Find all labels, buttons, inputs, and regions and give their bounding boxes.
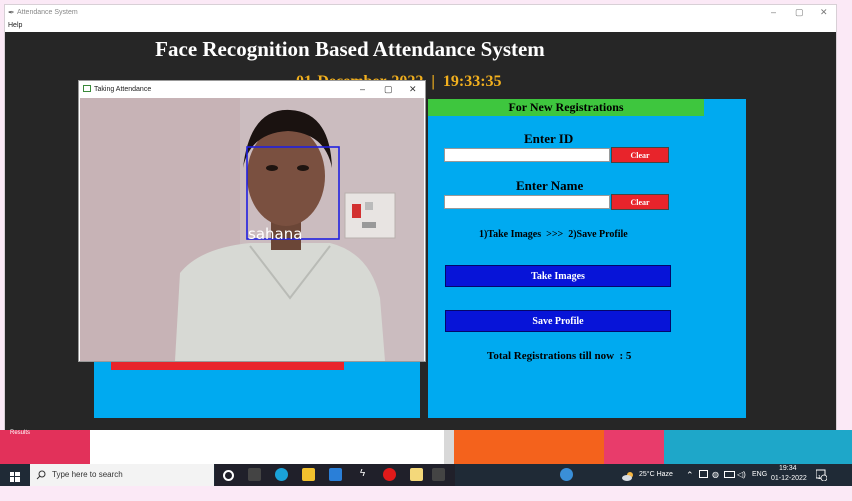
store-icon[interactable] xyxy=(329,468,342,481)
close-button[interactable]: ✕ xyxy=(820,7,828,18)
total-registrations: Total Registrations till now : 5 xyxy=(487,350,632,362)
network-icon[interactable]: ◍ xyxy=(712,470,719,479)
page-title: Face Recognition Based Attendance System xyxy=(155,37,545,61)
python-idle-icon[interactable] xyxy=(410,468,423,481)
clear-name-button[interactable]: Clear xyxy=(611,194,669,210)
popup-close-button[interactable]: ✕ xyxy=(409,84,417,95)
id-input[interactable] xyxy=(444,148,610,162)
take-images-button[interactable]: Take Images xyxy=(445,265,671,287)
camera-app-icon xyxy=(83,85,91,92)
taskbar-search-box[interactable]: Type here to search xyxy=(30,464,214,486)
search-placeholder: Type here to search xyxy=(52,470,123,479)
registration-header: For New Registrations xyxy=(428,99,704,116)
window-title: Attendance System xyxy=(17,9,78,16)
menu-help[interactable]: Help xyxy=(8,22,22,29)
app-feather-icon: ✒ xyxy=(8,8,15,17)
steps-text: 1)Take Images >>> 2)Save Profile xyxy=(479,229,628,240)
clock-time[interactable]: 19:34 xyxy=(779,465,797,472)
cortana-icon[interactable] xyxy=(223,470,234,481)
enter-id-label: Enter ID xyxy=(524,131,574,146)
task-view-icon[interactable] xyxy=(248,468,261,481)
maximize-button[interactable]: ▢ xyxy=(795,7,804,18)
save-profile-button[interactable]: Save Profile xyxy=(445,310,671,332)
weather-text[interactable]: 25°C Haze xyxy=(639,471,673,478)
desktop-wallpaper xyxy=(0,430,852,464)
window-thumbnail-icon[interactable] xyxy=(432,468,445,481)
notification-count: 1 xyxy=(818,475,821,481)
language-indicator[interactable]: ENG xyxy=(752,471,767,478)
volume-icon[interactable]: ◁) xyxy=(737,470,746,479)
detected-name-label: sahana xyxy=(248,225,302,243)
keyboard-icon[interactable] xyxy=(699,470,708,478)
registration-panel xyxy=(428,99,746,418)
popup-title: Taking Attendance xyxy=(94,86,152,93)
lightning-app-icon[interactable]: ϟ xyxy=(356,468,369,481)
taking-attendance-window: Taking Attendance – ▢ ✕ sahana xyxy=(78,80,426,362)
minimize-button[interactable]: – xyxy=(771,7,776,17)
camera-image: sahana xyxy=(80,98,424,361)
search-icon xyxy=(36,470,46,480)
camera-feed: sahana xyxy=(80,98,424,361)
popup-minimize-button[interactable]: – xyxy=(360,84,365,94)
desktop-label: Results xyxy=(10,430,31,436)
clock-date[interactable]: 01-12-2022 xyxy=(771,475,807,482)
name-input[interactable] xyxy=(444,195,610,209)
title-bar: ✒ Attendance System – ▢ ✕ xyxy=(5,5,836,21)
battery-icon[interactable] xyxy=(724,471,735,478)
popup-maximize-button[interactable]: ▢ xyxy=(384,84,393,95)
menu-bar: Help xyxy=(5,21,836,32)
edge-browser-icon[interactable] xyxy=(275,468,288,481)
opera-icon[interactable] xyxy=(383,468,396,481)
weather-icon xyxy=(622,468,634,481)
enter-name-label: Enter Name xyxy=(516,178,584,193)
take-attendance-button[interactable] xyxy=(111,362,344,370)
start-windows-icon[interactable] xyxy=(10,469,20,482)
popup-title-bar: Taking Attendance – ▢ ✕ xyxy=(79,81,425,98)
help-icon[interactable] xyxy=(560,468,573,481)
clear-id-button[interactable]: Clear xyxy=(611,147,669,163)
file-explorer-icon[interactable] xyxy=(302,468,315,481)
show-hidden-icons-chevron-icon[interactable]: ⌃ xyxy=(686,470,694,481)
